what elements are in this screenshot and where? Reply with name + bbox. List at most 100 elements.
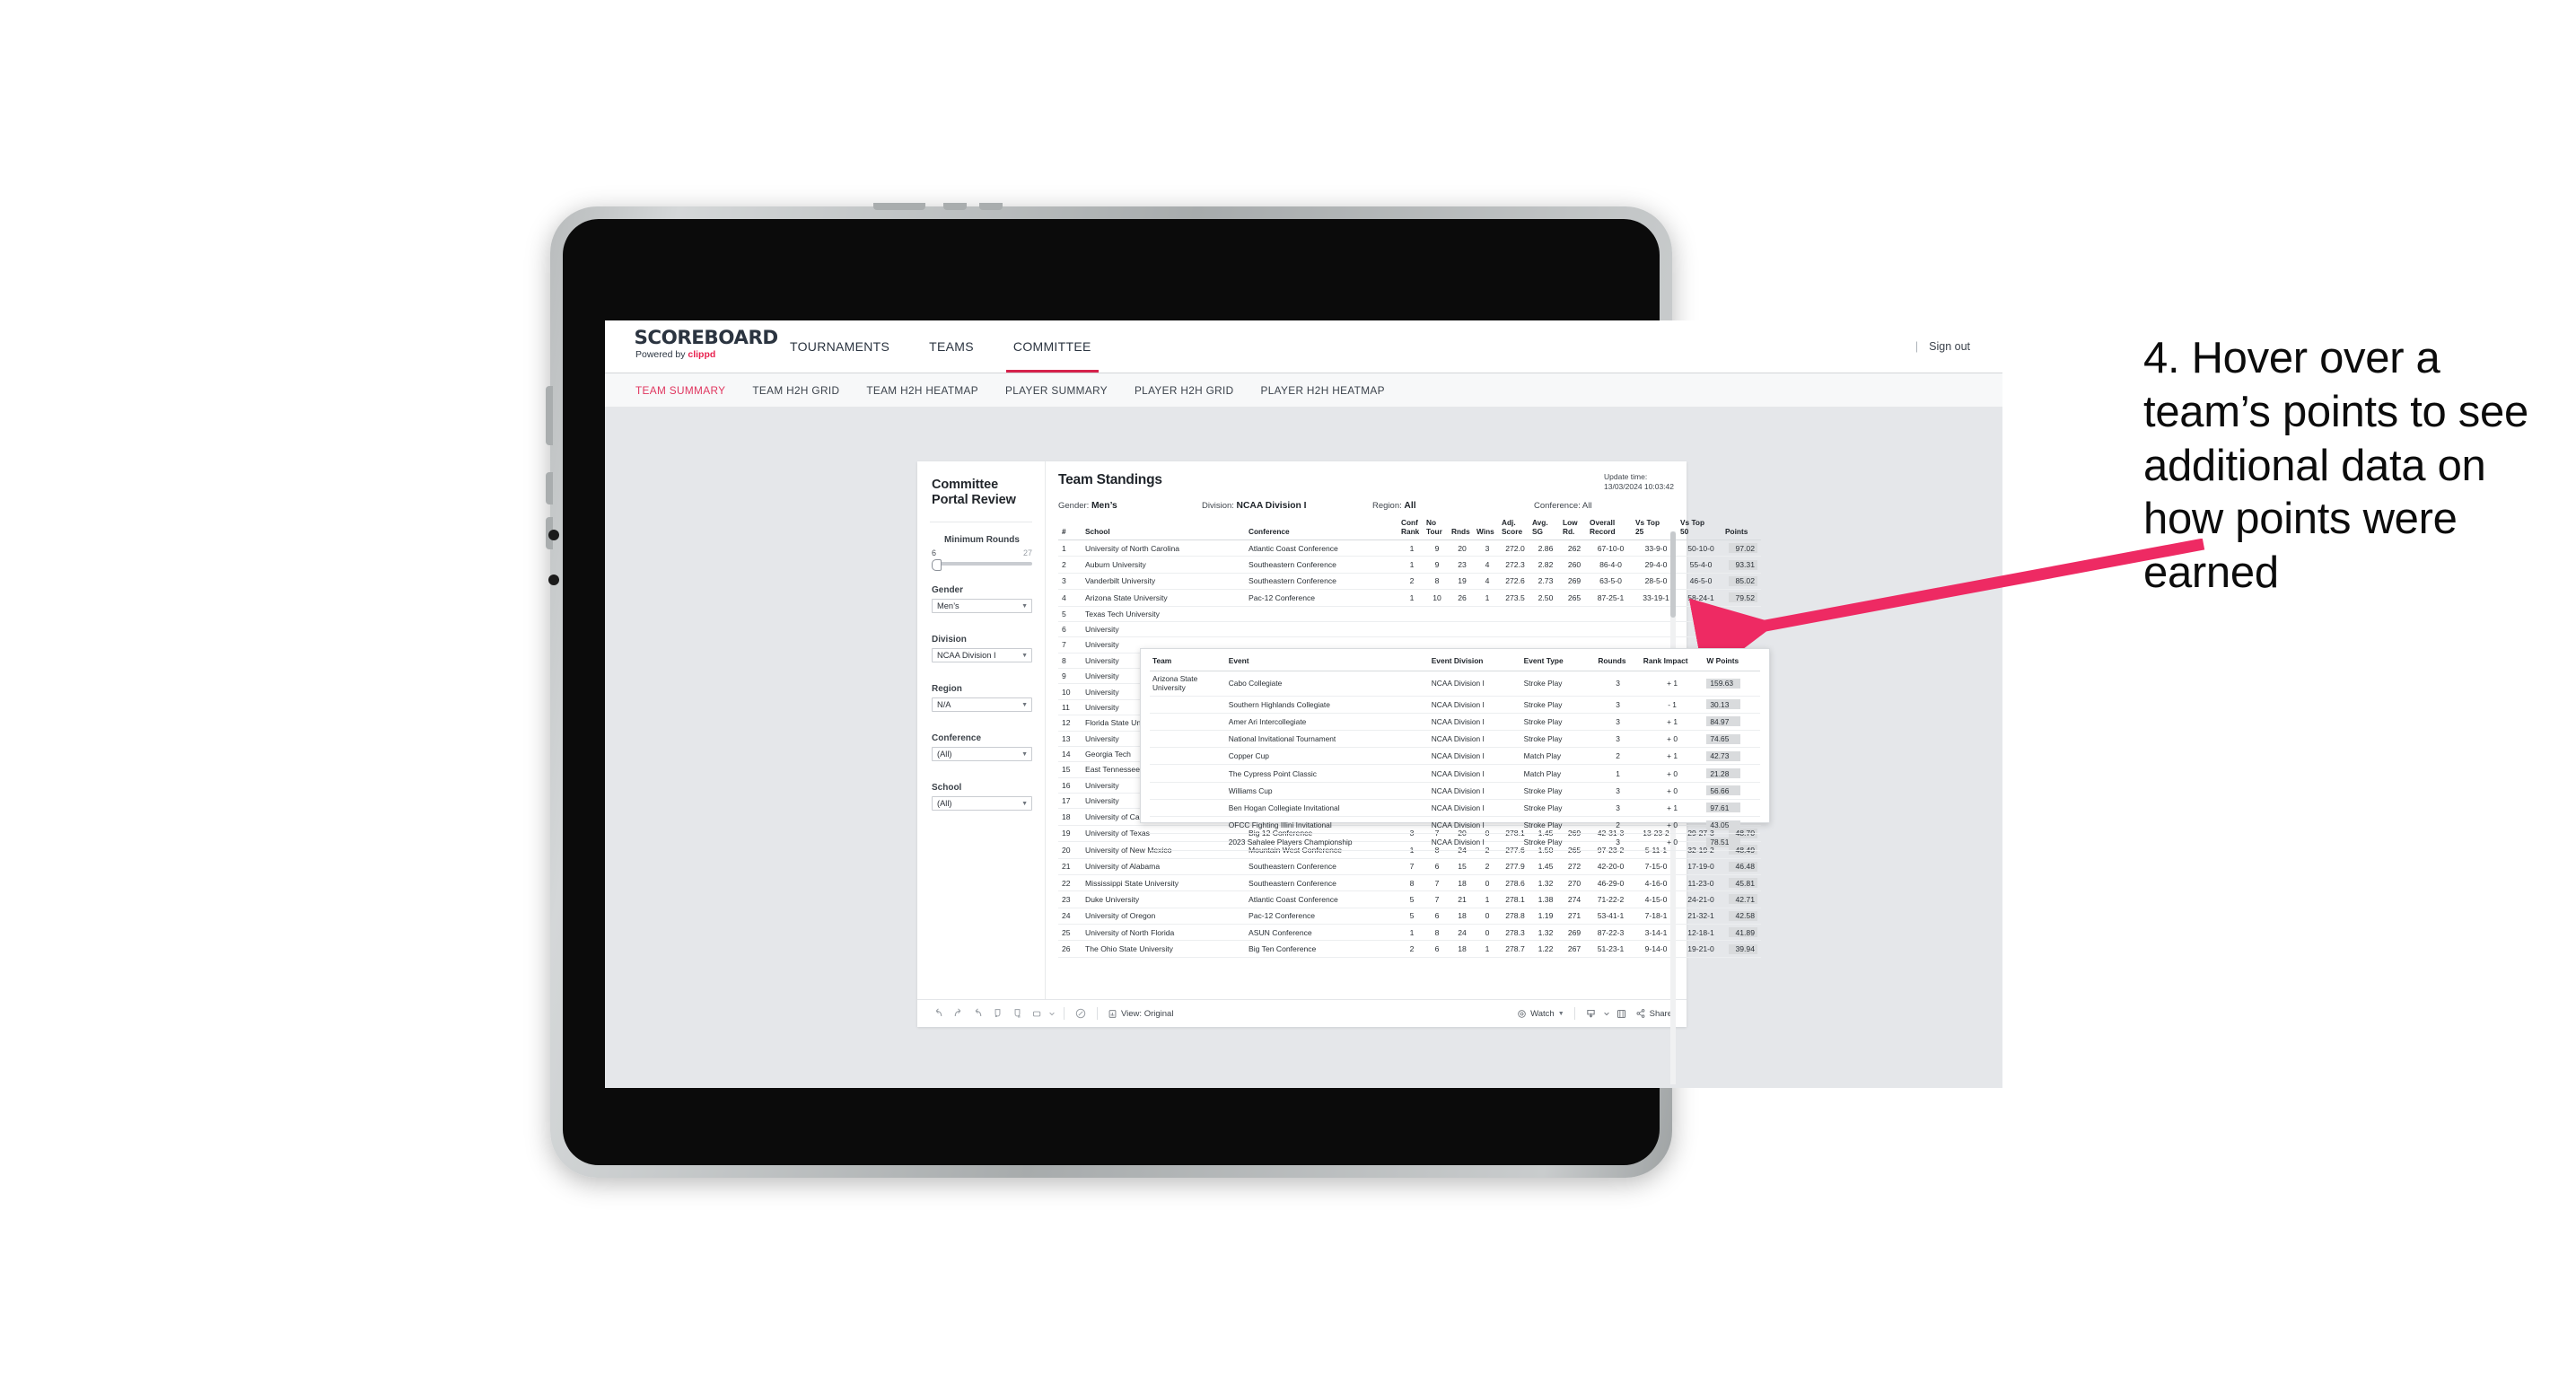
revert-icon[interactable]: [968, 1004, 987, 1023]
points-value[interactable]: 45.81: [1729, 878, 1757, 889]
refresh-data-icon[interactable]: [987, 1004, 1007, 1023]
tooltip-cell-w-points: 21.28: [1704, 764, 1760, 783]
topnav-item-tournaments[interactable]: TOURNAMENTS: [770, 320, 909, 373]
cell-points[interactable]: 79.52: [1723, 589, 1761, 607]
brand-tagline-clippd: clippd: [688, 349, 716, 360]
topnav-item-committee[interactable]: COMMITTEE: [994, 320, 1111, 373]
topnav-item-teams[interactable]: TEAMS: [909, 320, 994, 373]
col-rnds[interactable]: Rnds: [1450, 519, 1475, 540]
table-row[interactable]: 24 University of Oregon Pac-12 Conference 5…: [1058, 908, 1761, 925]
device-layout-caret-icon[interactable]: [1047, 1004, 1057, 1023]
table-row[interactable]: 26 The Ohio State University Big Ten Confe…: [1058, 940, 1761, 958]
tab-player-h2h-grid[interactable]: PLAYER H2H GRID: [1135, 384, 1234, 397]
points-value[interactable]: 85.02: [1729, 575, 1757, 586]
cell-low-rd: 269: [1561, 573, 1588, 591]
region-select[interactable]: N/A ▼: [932, 697, 1032, 712]
col-wins[interactable]: Wins: [1475, 519, 1500, 540]
table-row[interactable]: 1 University of North Carolina Atlantic Co…: [1058, 539, 1761, 557]
tooltip-cell-event-division: NCAA Division I: [1428, 671, 1521, 697]
table-row[interactable]: 3 Vanderbilt University Southeastern Confe…: [1058, 573, 1761, 591]
table-row[interactable]: 2 Auburn University Southeastern Conferenc…: [1058, 556, 1761, 574]
cell-rnds: 15: [1450, 858, 1475, 875]
cell-points[interactable]: 85.02: [1723, 573, 1761, 591]
table-row[interactable]: 5 Texas Tech University: [1058, 606, 1761, 622]
tab-team-h2h-heatmap[interactable]: TEAM H2H HEATMAP: [866, 384, 978, 397]
school-select[interactable]: (All) ▼: [932, 796, 1032, 811]
division-select[interactable]: NCAA Division I ▼: [932, 648, 1032, 662]
tooltip-cell-event-division: NCAA Division I: [1428, 833, 1521, 852]
cell-points[interactable]: 45.81: [1723, 874, 1761, 892]
view-original-button[interactable]: View: Original: [1104, 1009, 1177, 1019]
table-row[interactable]: 21 University of Alabama Southeastern Conf…: [1058, 858, 1761, 875]
table-row[interactable]: 25 University of North Florida ASUN Confer…: [1058, 924, 1761, 942]
cell-points[interactable]: 46.48: [1723, 858, 1761, 875]
cell-points[interactable]: 97.02: [1723, 539, 1761, 557]
sign-out-link[interactable]: Sign out: [1929, 340, 1970, 353]
tab-team-summary[interactable]: TEAM SUMMARY: [635, 384, 725, 397]
cell-rank: 22: [1058, 874, 1083, 892]
annotation-text: 4. Hover over a team’s points to see add…: [2143, 334, 2528, 598]
col-conf-rank[interactable]: Conf Rank: [1399, 518, 1424, 540]
col-avg-sg[interactable]: Avg. SG: [1530, 518, 1561, 540]
col-school[interactable]: School: [1083, 519, 1247, 540]
tt-col-w-points: W Points: [1704, 656, 1760, 671]
table-row[interactable]: 6 University: [1058, 621, 1761, 638]
col-overall-record[interactable]: Overall Record: [1588, 518, 1634, 540]
cell-points[interactable]: 39.94: [1723, 940, 1761, 958]
tab-player-h2h-heatmap[interactable]: PLAYER H2H HEATMAP: [1261, 384, 1385, 397]
cell-points[interactable]: [1723, 621, 1761, 638]
region-value: N/A: [937, 700, 951, 709]
cell-rank: 9: [1058, 668, 1083, 685]
tooltip-cell-team: [1150, 764, 1226, 783]
redo-icon[interactable]: [948, 1004, 968, 1023]
points-value[interactable]: 79.52: [1729, 592, 1757, 603]
cell-points[interactable]: 42.71: [1723, 890, 1761, 908]
tab-team-h2h-grid[interactable]: TEAM H2H GRID: [752, 384, 839, 397]
share-button[interactable]: Share: [1632, 1008, 1676, 1019]
col-low-rd[interactable]: Low Rd.: [1561, 518, 1588, 540]
summary-conference-label: Conference:: [1534, 501, 1581, 511]
points-value[interactable]: 46.48: [1729, 861, 1757, 872]
chevron-down-icon: ▼: [1021, 701, 1028, 708]
cell-points[interactable]: 42.58: [1723, 908, 1761, 925]
gender-select[interactable]: Men’s ▼: [932, 599, 1032, 613]
conference-select[interactable]: (All) ▼: [932, 747, 1032, 761]
table-row[interactable]: 22 Mississippi State University Southeaste…: [1058, 874, 1761, 892]
minimum-rounds-slider-handle[interactable]: [932, 558, 942, 571]
cell-overall-record: 46-29-0: [1588, 874, 1634, 892]
clear-sheet-icon[interactable]: [1071, 1004, 1091, 1023]
standings-scrollbar-thumb[interactable]: [1670, 531, 1676, 618]
col-points[interactable]: Points: [1723, 519, 1761, 540]
minimum-rounds-slider[interactable]: [932, 558, 1032, 571]
filters-panel-title: Committee Portal Review: [932, 478, 1016, 507]
pause-updates-icon[interactable]: [1007, 1004, 1027, 1023]
device-layout-icon[interactable]: [1027, 1004, 1047, 1023]
points-value[interactable]: 39.94: [1729, 943, 1757, 954]
points-value[interactable]: 42.58: [1729, 910, 1757, 921]
cell-avg-sg: 1.45: [1530, 858, 1561, 875]
undo-icon[interactable]: [928, 1004, 948, 1023]
watch-button[interactable]: Watch ▼: [1513, 1009, 1568, 1019]
viz-body: Committee Portal Review Minimum Rounds 6…: [917, 461, 1770, 1084]
cell-points[interactable]: 93.31: [1723, 556, 1761, 574]
tooltip-cell-team: [1150, 713, 1226, 732]
table-row[interactable]: 23 Duke University Atlantic Coast Conferen…: [1058, 890, 1761, 908]
brand-logo[interactable]: SCOREBOARD Powered by clippd: [605, 320, 779, 373]
tooltip-cell-rank-impact: + 1: [1640, 799, 1704, 818]
points-value[interactable]: 97.02: [1729, 543, 1757, 554]
col-conference[interactable]: Conference: [1247, 519, 1399, 540]
fullscreen-icon[interactable]: [1612, 1004, 1632, 1023]
col-rank[interactable]: #: [1058, 519, 1083, 540]
download-icon[interactable]: [1582, 1004, 1601, 1023]
download-caret-icon[interactable]: [1601, 1004, 1612, 1023]
col-vs-top-50[interactable]: Vs Top 50: [1678, 518, 1723, 540]
col-no-tour[interactable]: No Tour: [1424, 518, 1450, 540]
cell-points[interactable]: 41.89: [1723, 924, 1761, 942]
points-value[interactable]: 93.31: [1729, 559, 1757, 570]
points-value[interactable]: 41.89: [1729, 927, 1757, 938]
table-row[interactable]: 4 Arizona State University Pac-12 Conferen…: [1058, 589, 1761, 607]
cell-points[interactable]: [1723, 606, 1761, 622]
col-adj-score[interactable]: Adj. Score: [1500, 518, 1530, 540]
tab-player-summary[interactable]: PLAYER SUMMARY: [1005, 384, 1108, 397]
points-value[interactable]: 42.71: [1729, 894, 1757, 905]
